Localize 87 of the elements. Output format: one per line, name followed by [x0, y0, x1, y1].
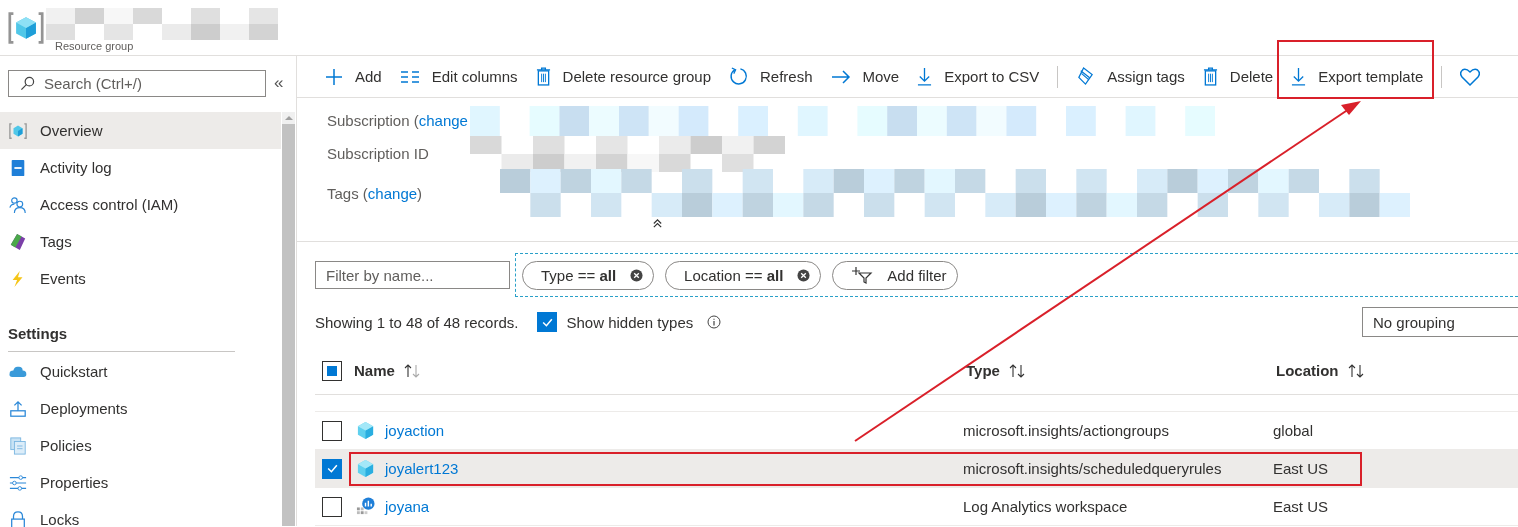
nav-item[interactable]: Tags: [0, 223, 281, 260]
plus-icon: [325, 67, 343, 86]
toolbar-button[interactable]: Export to CSV: [917, 67, 1040, 87]
nav-item[interactable]: Events: [0, 260, 281, 297]
collapse-chevron-icon[interactable]: [651, 218, 663, 230]
change-link[interactable]: change: [367, 184, 418, 202]
resource-link[interactable]: joyaction: [385, 422, 445, 439]
resource-link[interactable]: joyana: [385, 498, 430, 515]
upload-icon: [8, 399, 28, 418]
arrow-right-icon: [830, 69, 851, 84]
row-checkbox[interactable]: [322, 496, 342, 517]
tag-icon: [8, 232, 28, 251]
feedback-button[interactable]: [1460, 67, 1481, 86]
cube-icon: [356, 459, 375, 478]
row-checkbox[interactable]: [322, 420, 342, 441]
toolbar-button[interactable]: Refresh: [729, 67, 813, 87]
resource-link[interactable]: joyalert123: [385, 460, 459, 477]
table-cell-text: East US: [1273, 498, 1330, 515]
table-cell-text: microsoft.insights/actiongroups: [963, 422, 1170, 439]
section-heading: Settings: [7, 325, 69, 343]
filter-pill[interactable]: Location == all: [665, 260, 822, 290]
property-label: Subscription (change: [327, 112, 469, 130]
select-all-checkbox[interactable]: [322, 360, 342, 381]
toolbar-button[interactable]: Add: [325, 67, 382, 86]
documents-icon: [8, 436, 28, 455]
grouping-dropdown[interactable]: No grouping: [1362, 307, 1518, 338]
collapse-button[interactable]: «: [274, 73, 284, 93]
tags-icon: [1076, 67, 1096, 87]
sliders-icon: [8, 473, 28, 492]
show-hidden-checkbox[interactable]: Show hidden types: [537, 312, 694, 333]
property-label: Subscription ID: [327, 145, 430, 163]
table-cell-text: Log Analytics workspace: [963, 498, 1129, 515]
cloud-icon: [8, 365, 28, 378]
download-icon: [917, 67, 933, 87]
table-cell-text: global: [1273, 422, 1315, 439]
clear-icon[interactable]: [797, 268, 811, 282]
heart-icon: [1460, 67, 1481, 86]
records-summary: Showing 1 to 48 of 48 records.: [315, 313, 519, 331]
trash-icon: [1202, 67, 1218, 87]
scrollbar[interactable]: [282, 112, 295, 526]
nav-item[interactable]: Policies: [0, 427, 281, 464]
analytics-icon: [356, 497, 375, 516]
toolbar-button[interactable]: Delete resource group: [535, 67, 711, 87]
add-filter-icon: [851, 266, 874, 285]
nav-item[interactable]: Access control (IAM): [0, 186, 281, 223]
toolbar-button[interactable]: Edit columns: [399, 68, 518, 86]
toolbar-button[interactable]: Delete: [1202, 67, 1274, 87]
page-subtitle: Resource group: [55, 40, 135, 52]
column-header[interactable]: Location: [1276, 362, 1339, 379]
check-icon: [325, 462, 339, 475]
trash-icon: [535, 67, 551, 87]
search-field[interactable]: Search (Ctrl+/): [8, 69, 266, 97]
toolbar-button[interactable]: Assign tags: [1076, 67, 1185, 87]
sort-icon[interactable]: [1346, 363, 1365, 378]
table-cell-text: East US: [1273, 460, 1330, 477]
nav-item[interactable]: Locks: [0, 501, 281, 527]
table-row[interactable]: joyana Log Analytics workspace East US: [315, 488, 1518, 526]
filter-pill[interactable]: Type == all: [522, 260, 655, 290]
nav-item[interactable]: Deployments: [0, 390, 281, 427]
lock-icon: [8, 510, 28, 527]
nav-item[interactable]: Properties: [0, 464, 281, 501]
info-icon[interactable]: [707, 315, 722, 330]
people-icon: [8, 195, 28, 214]
sort-icon[interactable]: [1007, 363, 1026, 378]
toolbar-button[interactable]: Export template: [1291, 67, 1424, 87]
clear-icon[interactable]: [630, 268, 644, 282]
add-filter-button[interactable]: Add filter: [832, 260, 958, 290]
change-link[interactable]: change: [418, 112, 468, 130]
cube-icon: [356, 421, 375, 440]
refresh-icon: [729, 67, 748, 87]
resource-group-icon: [8, 10, 44, 46]
search-icon: [20, 75, 35, 91]
filter-field[interactable]: Filter by name...: [315, 261, 510, 290]
row-checkbox[interactable]: [322, 458, 342, 479]
table-cell-text: microsoft.insights/scheduledqueryrules: [963, 460, 1223, 477]
column-header[interactable]: Type: [966, 362, 1000, 379]
nav-item[interactable]: Overview: [0, 112, 281, 149]
download-icon: [1291, 67, 1307, 87]
cube-icon: [8, 121, 28, 140]
nav-item[interactable]: Activity log: [0, 149, 281, 186]
toolbar-button[interactable]: Move: [830, 68, 900, 86]
nav-item[interactable]: Quickstart: [0, 353, 281, 390]
property-label: Tags (change): [327, 184, 424, 202]
sort-icon[interactable]: [402, 363, 421, 378]
columns-icon: [399, 69, 420, 84]
column-header[interactable]: Name: [354, 362, 395, 379]
table-row[interactable]: joyalert123 microsoft.insights/scheduledqueryrules East US: [315, 450, 1518, 488]
